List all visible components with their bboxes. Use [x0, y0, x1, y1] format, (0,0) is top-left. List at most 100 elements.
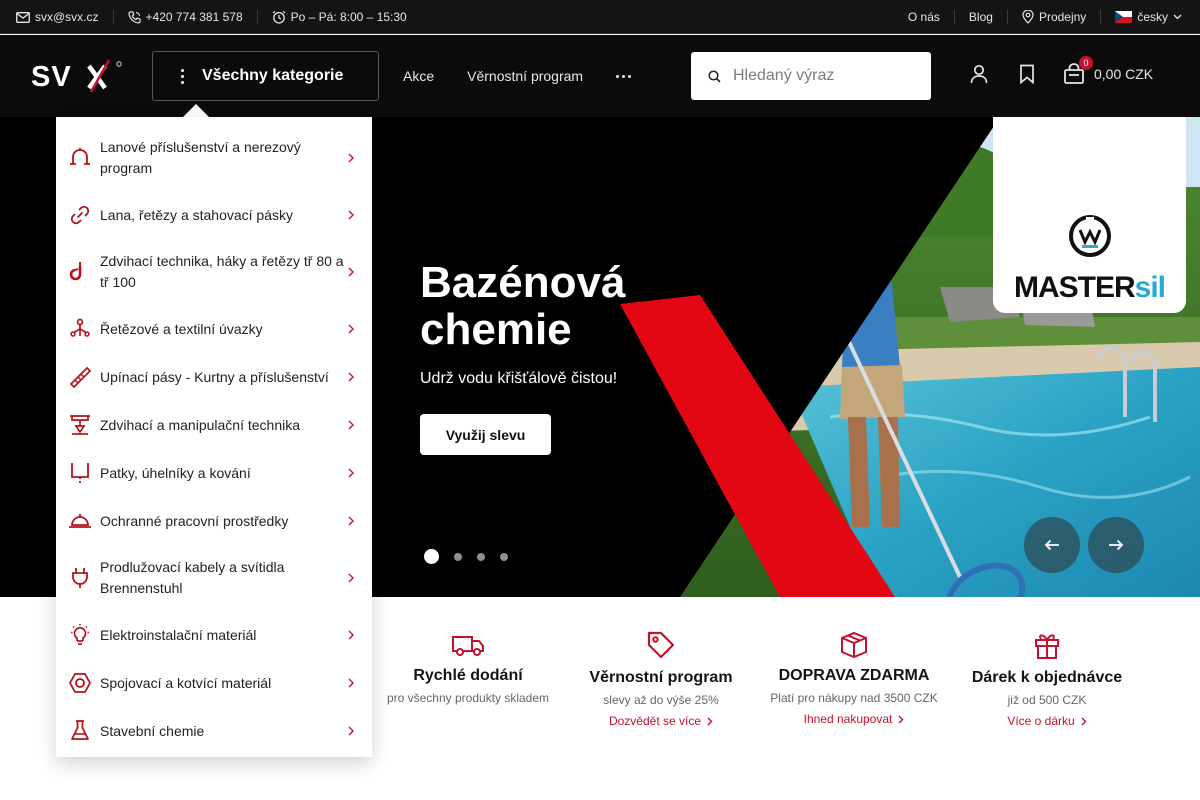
usp-fast-delivery: Rychlé dodání pro všechny produkty sklad… [373, 630, 563, 707]
brand-logo-card: MASTERsil [993, 117, 1186, 313]
usp-description: slevy až do výše 25% [603, 693, 719, 707]
more-menu-icon[interactable] [616, 74, 632, 78]
svx-logo[interactable]: SV [31, 58, 123, 94]
menu-item-slings[interactable]: Řetězové a textilní úvazky [56, 305, 372, 353]
language-selector[interactable]: česky [1115, 10, 1182, 24]
cart-count-badge: 0 [1079, 56, 1093, 70]
usp-link-text: Ihned nakupovat [803, 712, 893, 726]
search-box [691, 52, 931, 100]
chevron-right-icon [348, 630, 354, 640]
phone-text: +420 774 381 578 [145, 10, 243, 24]
map-pin-icon [1022, 10, 1034, 24]
slide-dot-4[interactable] [500, 552, 508, 561]
slider-next-button[interactable] [1088, 517, 1144, 573]
menu-item-label: Stavební chemie [100, 722, 205, 739]
helmet-icon [69, 514, 91, 528]
sling-icon [70, 318, 90, 337]
mail-icon [16, 11, 30, 23]
slide-dot-1[interactable] [424, 549, 439, 564]
cart-button[interactable]: 0 0,00 CZK [1063, 56, 1153, 85]
slide-dot-3[interactable] [477, 552, 485, 561]
menu-item-label: Elektroinstalační materiál [100, 626, 257, 643]
usp-link-text: Dozvědět se více [608, 714, 702, 728]
usp-description: již od 500 CZK [1007, 693, 1087, 707]
main-header: SV Všechny kategorie Akce Věrnostní prog… [0, 35, 1200, 117]
hex-nut-icon [68, 673, 92, 693]
menu-item-construction-chemicals[interactable]: Stavební chemie [56, 707, 372, 755]
hero-title: Bazénová chemie [420, 258, 626, 354]
plug-icon [72, 568, 88, 588]
menu-item-rope-accessories[interactable]: Lanové příslušenství a nerezový program [56, 131, 372, 185]
nav-akce[interactable]: Akce [403, 68, 434, 84]
search-input[interactable] [733, 67, 903, 85]
chevron-right-icon [348, 468, 354, 478]
kebab-menu-icon [181, 68, 184, 84]
user-account-icon[interactable] [970, 64, 988, 84]
menu-item-fasteners[interactable]: Spojovací a kotvící materiál [56, 659, 372, 707]
usp-title: Rychlé dodání [413, 667, 523, 684]
chevron-right-icon [348, 726, 354, 736]
usp-free-shipping: DOPRAVA ZDARMA Platí pro nákupy nad 3500… [759, 630, 949, 728]
search-icon[interactable] [708, 69, 721, 83]
language-text: česky [1137, 10, 1168, 24]
usp-link[interactable]: Dozvědět se více [609, 714, 713, 728]
chevron-right-icon [348, 516, 354, 526]
bracket-icon [71, 463, 89, 483]
menu-item-handling-equipment[interactable]: Zdvihací a manipulační technika [56, 401, 372, 449]
stores-text: Prodejny [1038, 10, 1087, 24]
usp-title: Dárek k objednávce [971, 669, 1123, 686]
menu-item-extension-cables[interactable]: Prodlužovací kabely a svítidla Brennenst… [56, 551, 372, 605]
slider-prev-button[interactable] [1024, 517, 1080, 573]
brand-name-master: MASTER [1013, 271, 1136, 304]
phone-icon [127, 10, 141, 24]
hero-cta-button[interactable]: Využij slevu [420, 414, 551, 455]
usp-link[interactable]: Ihned nakupovat [804, 712, 905, 726]
chevron-right-icon [348, 372, 354, 382]
menu-item-lifting-hooks[interactable]: Zdvihací technika, háky a řetězy tř 80 a… [56, 245, 372, 299]
all-categories-button[interactable]: Všechny kategorie [152, 51, 379, 101]
blog-link[interactable]: Blog [969, 10, 993, 24]
usp-link[interactable]: Více o dárku [1007, 714, 1087, 728]
brand-name: MASTERsil [993, 271, 1186, 305]
menu-item-label: Lana, řetězy a stahovací pásky [100, 206, 293, 223]
hours-text: Po – Pá: 8:00 – 15:30 [290, 10, 407, 24]
stores-link[interactable]: Prodejny [1022, 10, 1086, 24]
arrow-left-icon [1044, 539, 1059, 551]
phone-link[interactable]: +420 774 381 578 [127, 10, 243, 24]
divider [1006, 10, 1008, 24]
menu-item-straps[interactable]: Upínací pásy - Kurtny a příslušenství [56, 353, 372, 401]
chevron-right-icon [348, 573, 354, 583]
slide-dot-2[interactable] [454, 552, 462, 561]
nav-loyalty-program[interactable]: Věrnostní program [467, 68, 583, 84]
email-text: svx@svx.cz [35, 10, 99, 24]
menu-item-label: Lanové příslušenství a nerezový program [100, 139, 301, 176]
divider [256, 10, 258, 24]
dropdown-caret [183, 104, 209, 117]
box-icon [841, 631, 867, 658]
email-link[interactable]: svx@svx.cz [16, 10, 99, 24]
menu-item-label: Zdvihací technika, háky a řetězy tř 80 a… [100, 253, 344, 290]
all-categories-label: Všechny kategorie [202, 67, 344, 84]
hero-subtitle: Udrž vodu křišťálově čistou! [420, 370, 618, 387]
chevron-right-icon [898, 715, 904, 723]
menu-item-protective-equipment[interactable]: Ochranné pracovní prostředky [56, 497, 372, 545]
divider [1100, 10, 1102, 24]
menu-item-ropes-chains[interactable]: Lana, řetězy a stahovací pásky [56, 191, 372, 239]
about-link[interactable]: O nás [908, 10, 940, 24]
chevron-right-icon [348, 267, 354, 277]
truck-icon [452, 636, 484, 656]
chevron-right-icon [348, 420, 354, 430]
chevron-right-icon [348, 324, 354, 334]
hook-icon [69, 262, 82, 281]
bookmark-icon[interactable] [1019, 64, 1035, 84]
chevron-right-icon [707, 717, 713, 725]
menu-item-electrical-material[interactable]: Elektroinstalační materiál [56, 611, 372, 659]
usp-loyalty: Věrnostní program slevy až do výše 25% D… [566, 630, 756, 730]
brand-name-sil: sil [1134, 271, 1166, 304]
chevron-right-icon [1081, 717, 1087, 725]
usp-title: DOPRAVA ZDARMA [778, 667, 930, 684]
menu-item-brackets[interactable]: Patky, úhelníky a kování [56, 449, 372, 497]
opening-hours: Po – Pá: 8:00 – 15:30 [272, 10, 407, 24]
flask-icon [71, 720, 89, 740]
divider [953, 10, 955, 24]
